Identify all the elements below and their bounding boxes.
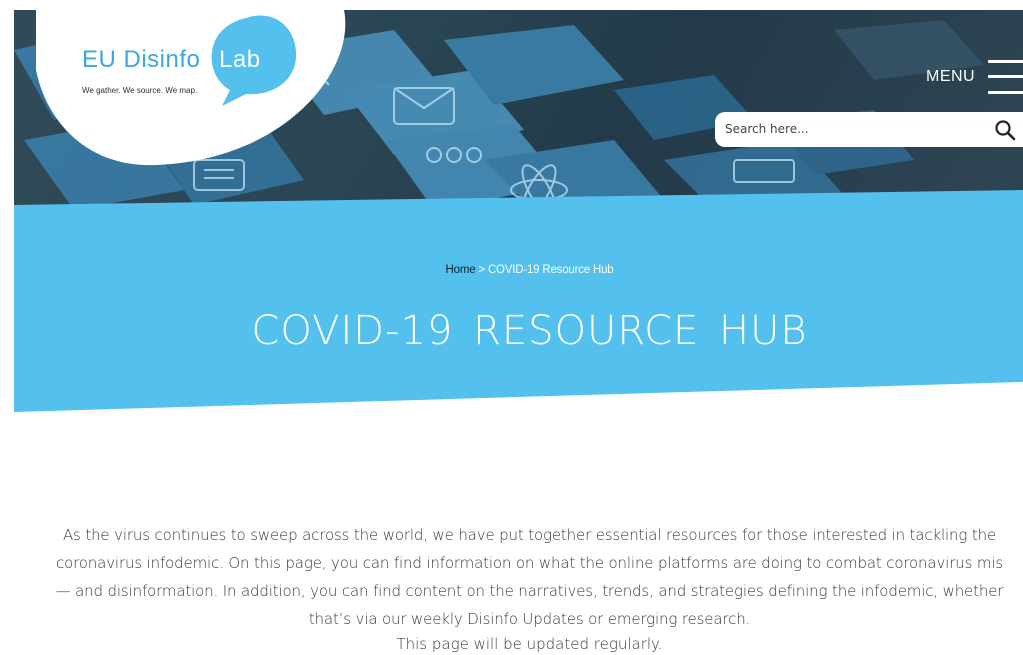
- breadcrumb-current: COVID-19 Resource Hub: [487, 264, 614, 276]
- logo-name: EU Disinfo: [82, 46, 201, 73]
- logo-lab: Lab: [219, 46, 261, 73]
- update-note: This page will be updated regularly.: [396, 635, 663, 653]
- hamburger-line: [988, 75, 1023, 78]
- breadcrumb-home-link[interactable]: Home: [446, 264, 476, 276]
- page: Home > COVID-19 Resource Hub COVID-19 RESO…: [0, 0, 1023, 655]
- hamburger-line: [988, 91, 1023, 94]
- hamburger-line: [988, 60, 1023, 63]
- menu-label[interactable]: MENU: [926, 68, 975, 86]
- search-input[interactable]: [725, 118, 980, 140]
- hamburger-icon[interactable]: [988, 58, 1023, 96]
- breadcrumb-separator: >: [478, 264, 485, 276]
- search-box: [715, 112, 1023, 147]
- hero-background: [14, 190, 1023, 412]
- search-icon[interactable]: [994, 119, 1016, 141]
- page-title: COVID-19 RESOURCE HUB: [251, 308, 808, 354]
- site-logo[interactable]: EU Disinfo Lab We gather. We source. We …: [36, 10, 356, 175]
- intro-paragraph: As the virus continues to sweep across t…: [55, 526, 1004, 628]
- logo-tagline: We gather. We source. We map.: [82, 86, 198, 95]
- breadcrumb: Home > COVID-19 Resource Hub: [0, 264, 1023, 276]
- hero-band: [14, 190, 1023, 420]
